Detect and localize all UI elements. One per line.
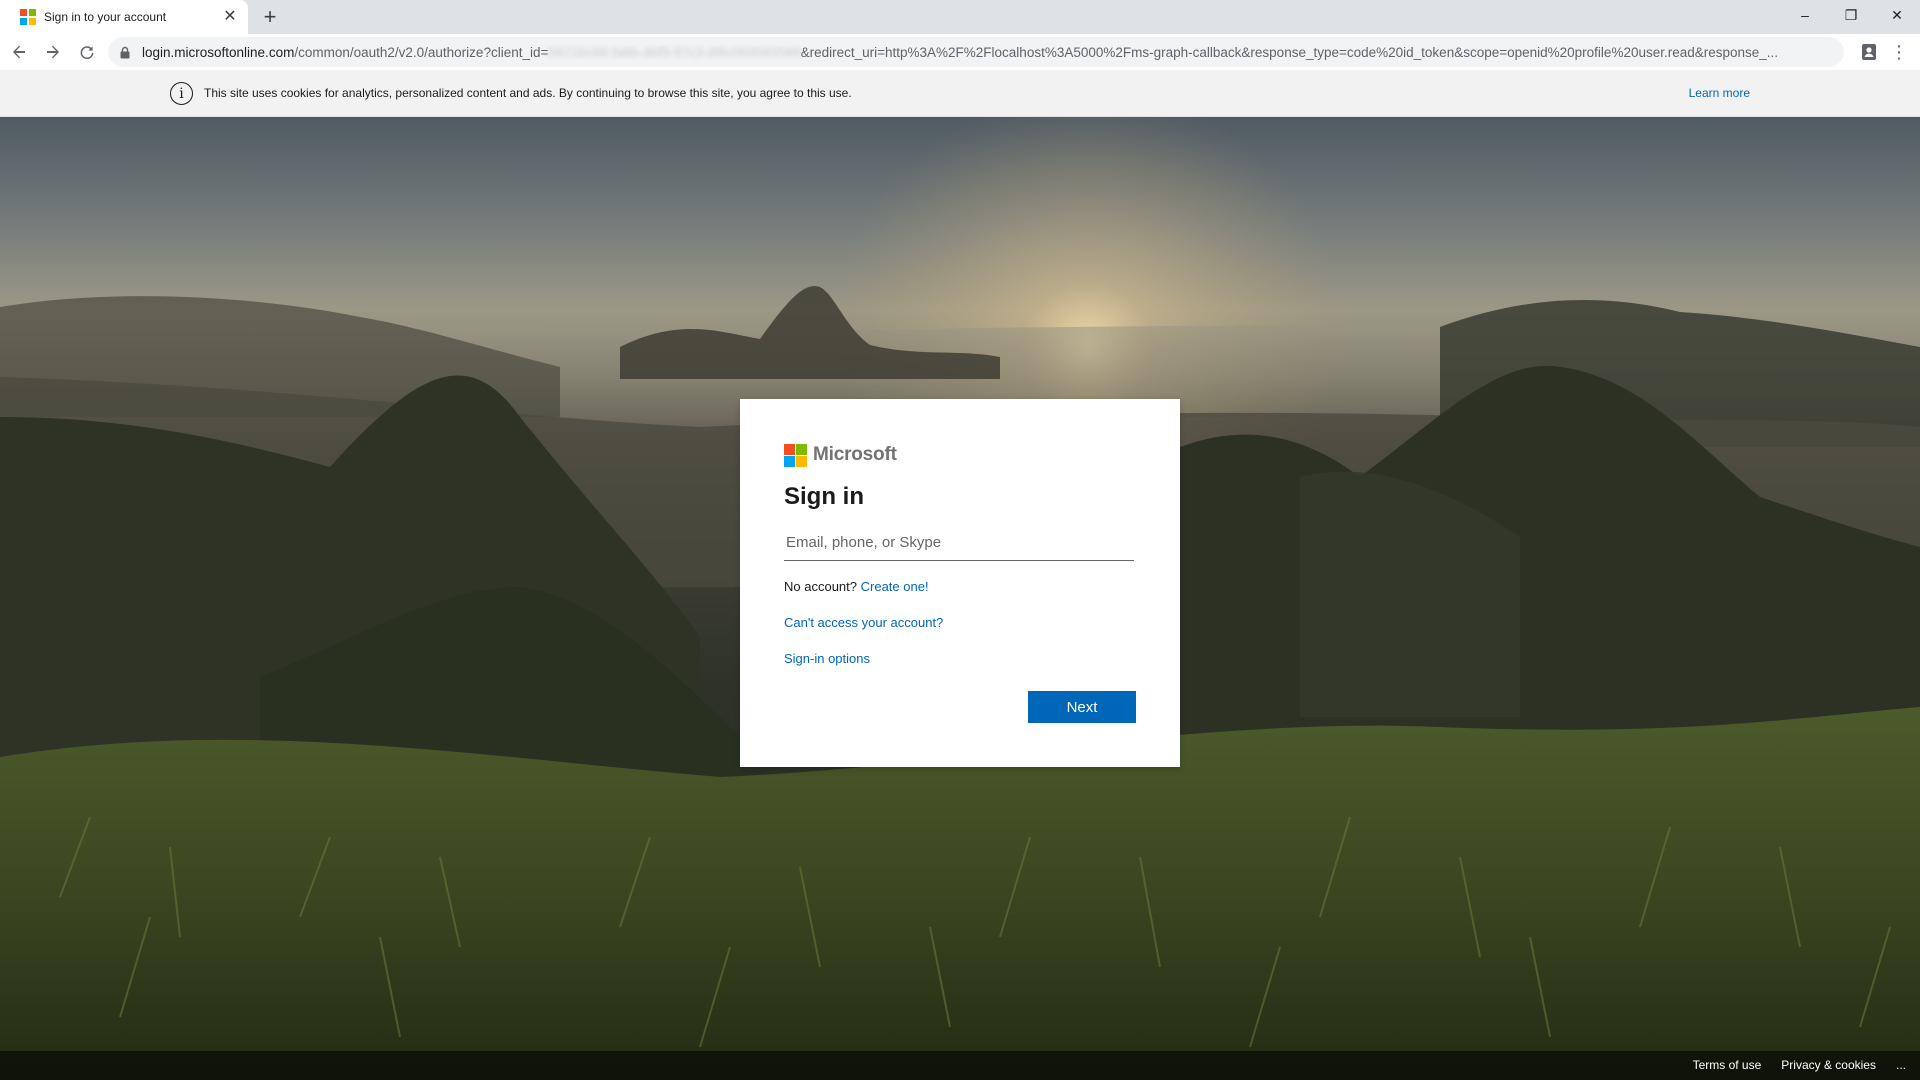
reload-icon[interactable] — [72, 37, 102, 67]
browser-toolbar: login.microsoftonline.com/common/oauth2/… — [0, 34, 1920, 70]
kebab-menu-icon[interactable]: ⋮ — [1890, 41, 1908, 63]
back-arrow-icon[interactable] — [4, 37, 34, 67]
forward-arrow-icon[interactable] — [38, 37, 68, 67]
info-icon: i — [170, 82, 193, 105]
privacy-cookies-link[interactable]: Privacy & cookies — [1781, 1058, 1876, 1072]
cookie-banner: i This site uses cookies for analytics, … — [0, 70, 1920, 117]
lock-icon[interactable] — [120, 45, 134, 59]
browser-tabstrip: Sign in to your account ✕ + – ❐ ✕ — [0, 0, 1920, 34]
restore-button[interactable]: ❐ — [1828, 0, 1874, 30]
create-account-link[interactable]: Create one! — [861, 579, 929, 594]
no-account-text: No account? — [784, 579, 857, 594]
cant-access-row: Can't access your account? — [784, 615, 1136, 633]
url-path: /common/oauth2/v2.0/authorize?client_id= — [294, 44, 549, 60]
terms-of-use-link[interactable]: Terms of use — [1693, 1058, 1762, 1072]
page-title: Sign in — [784, 483, 864, 510]
tab-close-icon[interactable]: ✕ — [222, 9, 238, 25]
microsoft-logo-icon — [784, 443, 807, 467]
window-close-button[interactable]: ✕ — [1874, 0, 1920, 30]
microsoft-favicon-icon — [20, 9, 36, 25]
url-redacted: 5821bc68-fa8b-4bf9-97c3-4f6c0b9583588 — [548, 44, 801, 60]
brand-name: Microsoft — [813, 444, 897, 465]
signin-options-link[interactable]: Sign-in options — [784, 651, 870, 666]
url-host: login.microsoftonline.com — [142, 44, 295, 60]
new-tab-button[interactable]: + — [258, 4, 282, 30]
browser-tab[interactable]: Sign in to your account ✕ — [0, 0, 248, 34]
profile-icon[interactable] — [1858, 41, 1880, 63]
address-bar[interactable]: login.microsoftonline.com/common/oauth2/… — [108, 37, 1844, 67]
email-field[interactable] — [784, 525, 1134, 561]
footer-links: Terms of use Privacy & cookies ... — [1673, 1058, 1906, 1072]
url-path-rest: &redirect_uri=http%3A%2F%2Flocalhost%3A5… — [800, 44, 1779, 60]
next-button-row: Next — [1028, 691, 1136, 723]
cant-access-account-link[interactable]: Can't access your account? — [784, 615, 943, 630]
footer-more-icon[interactable]: ... — [1896, 1058, 1906, 1072]
signin-options-row: Sign-in options — [784, 651, 1136, 669]
cookie-banner-text: This site uses cookies for analytics, pe… — [204, 86, 852, 100]
minimize-button[interactable]: – — [1782, 0, 1828, 30]
url-text[interactable]: login.microsoftonline.com/common/oauth2/… — [142, 45, 1842, 60]
next-button[interactable]: Next — [1028, 691, 1136, 723]
signin-card: Microsoft Sign in No account? Create one… — [740, 399, 1180, 767]
microsoft-brand: Microsoft — [784, 443, 1136, 467]
learn-more-link[interactable]: Learn more — [1689, 86, 1750, 100]
no-account-row: No account? Create one! — [784, 579, 1136, 597]
page-footer: Terms of use Privacy & cookies ... — [0, 1051, 1920, 1080]
window-controls: – ❐ ✕ — [1782, 0, 1920, 30]
tab-title: Sign in to your account — [44, 10, 167, 24]
